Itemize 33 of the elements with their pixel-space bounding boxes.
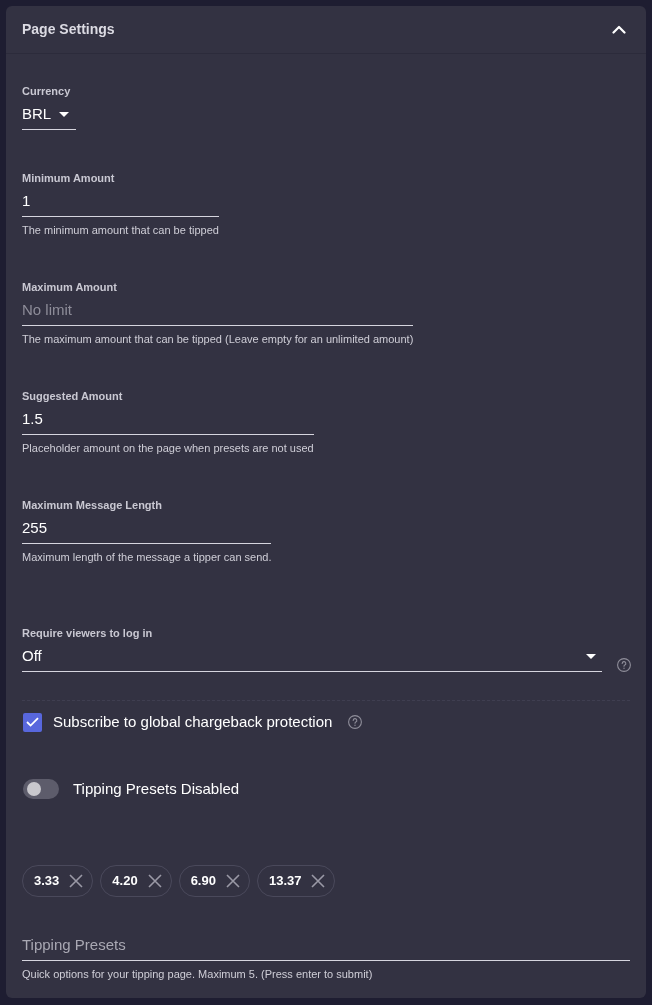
help-icon[interactable] bbox=[617, 658, 631, 672]
close-icon[interactable] bbox=[69, 874, 84, 888]
toggle-switch[interactable] bbox=[23, 779, 59, 799]
input-field[interactable]: No limit bbox=[22, 300, 414, 326]
currency-select[interactable]: BRL bbox=[22, 104, 77, 130]
helper-text: The maximum amount that can be tipped (Leave empty for an unlimited amount) bbox=[22, 332, 414, 346]
input-field[interactable]: 1 bbox=[22, 191, 219, 217]
field-label: Maximum Amount bbox=[22, 280, 118, 294]
input-field[interactable]: 255 bbox=[22, 518, 272, 544]
input-field[interactable]: 1.5 bbox=[22, 409, 314, 435]
help-icon[interactable] bbox=[348, 715, 363, 729]
toggle-label: Tipping Presets Disabled bbox=[73, 778, 240, 799]
checkmark-icon bbox=[26, 717, 39, 727]
checkbox-label: Subscribe to global chargeback protection bbox=[53, 711, 333, 732]
field-label: Suggested Amount bbox=[22, 389, 124, 403]
close-icon[interactable] bbox=[225, 874, 240, 888]
chevron-up-icon[interactable] bbox=[612, 25, 626, 34]
field-label: Minimum Amount bbox=[22, 171, 116, 185]
helper-text: Placeholder amount on the page when presets are not used bbox=[22, 441, 314, 455]
checkbox[interactable] bbox=[23, 712, 42, 732]
field-label: Maximum Message Length bbox=[22, 498, 163, 512]
field-label: Currency bbox=[22, 84, 72, 98]
close-icon[interactable] bbox=[147, 874, 162, 888]
input-field[interactable]: Tipping Presets bbox=[22, 935, 630, 961]
close-icon[interactable] bbox=[311, 874, 326, 888]
helper-text: Quick options for your tipping page. Maximum 5. (Press enter to submit) bbox=[22, 967, 374, 981]
caret-down-icon bbox=[59, 111, 70, 117]
helper-text: The minimum amount that can be tipped bbox=[22, 223, 219, 237]
field-label: Require viewers to log in bbox=[22, 626, 154, 640]
login-select[interactable]: Off bbox=[22, 646, 602, 672]
panel-title: Page Settings bbox=[22, 20, 115, 39]
caret-down-icon bbox=[586, 653, 596, 659]
helper-text: Maximum length of the message a tipper can send. bbox=[22, 550, 272, 564]
